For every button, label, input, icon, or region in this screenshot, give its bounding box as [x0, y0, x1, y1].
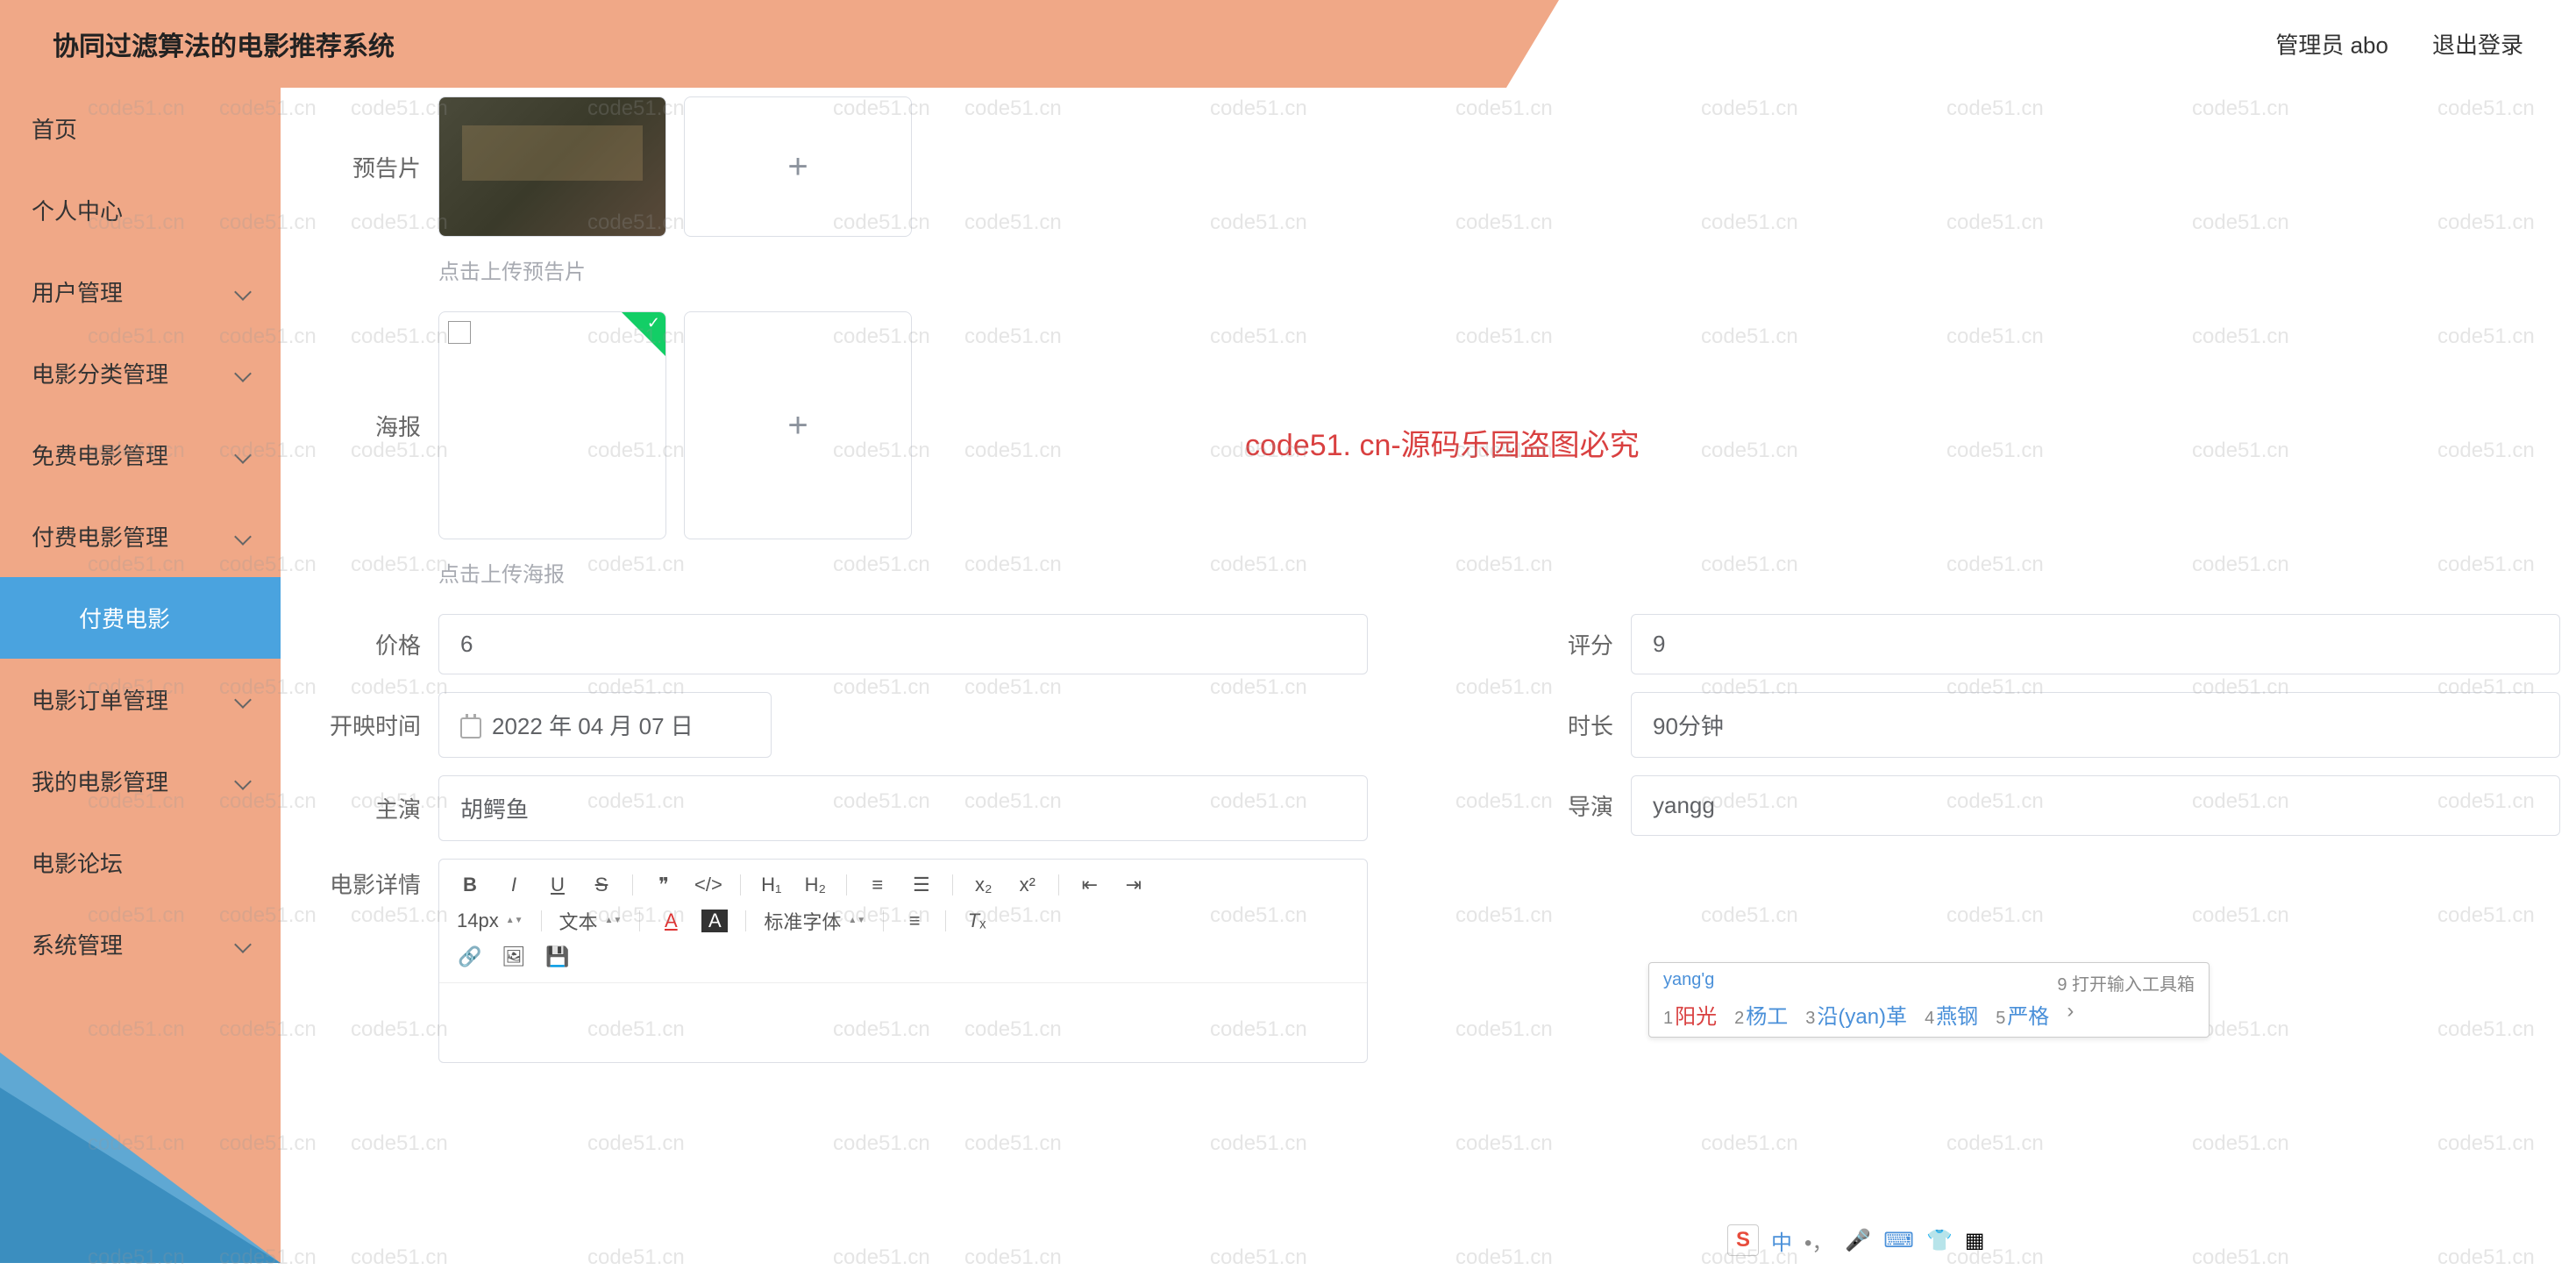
- release-date-input[interactable]: 2022 年 04 月 07 日: [438, 692, 772, 758]
- editor-toolbar: B I U S ❞ </> H₁ H₂ ≡ ☰ x₂: [439, 860, 1367, 983]
- outdent-icon[interactable]: ⇥: [1121, 874, 1147, 896]
- ime-status-bar: S 中 •， 🎤 ⌨ 👕 ▦: [1727, 1224, 1985, 1256]
- chevron-down-icon: [234, 691, 252, 709]
- logout-button[interactable]: 退出登录: [2432, 28, 2523, 61]
- chevron-down-icon: [234, 446, 252, 464]
- duration-input[interactable]: 90分钟: [1631, 692, 2560, 758]
- ime-voice-icon[interactable]: 🎤: [1845, 1228, 1871, 1253]
- release-label: 开映时间: [316, 709, 421, 741]
- ime-candidate-1[interactable]: 1阳光: [1663, 999, 1717, 1030]
- poster-thumbnail[interactable]: [438, 311, 666, 539]
- main-content: 预告片 + 点击上传预告片 海报 + 点击上传海报 code51. cn-源码乐…: [281, 88, 2576, 1263]
- ime-punct-icon[interactable]: •，: [1804, 1225, 1832, 1256]
- trailer-add-button[interactable]: +: [684, 96, 912, 237]
- sidebar-item-categories[interactable]: 电影分类管理: [0, 332, 281, 414]
- trailer-thumbnail[interactable]: [438, 96, 666, 237]
- ime-candidate-4[interactable]: 4燕钢: [1925, 999, 1978, 1030]
- ime-toolbox-hint: 9 打开输入工具箱: [2057, 970, 2195, 995]
- chevron-down-icon: [234, 365, 252, 382]
- header-bar: 协同过滤算法的电影推荐系统 管理员 abo 退出登录: [0, 0, 2576, 88]
- app-title: 协同过滤算法的电影推荐系统: [53, 25, 395, 63]
- font-color-icon[interactable]: A: [658, 910, 684, 932]
- sidebar-item-forum[interactable]: 电影论坛: [0, 822, 281, 903]
- trailer-hint: 点击上传预告片: [438, 254, 2541, 285]
- ime-skin-icon[interactable]: 👕: [1926, 1228, 1953, 1253]
- sidebar-item-system[interactable]: 系统管理: [0, 903, 281, 985]
- chevron-down-icon: [234, 773, 252, 790]
- ime-candidate-3[interactable]: 3沿(yan)革: [1805, 999, 1907, 1030]
- chevron-down-icon: [234, 936, 252, 953]
- sidebar-item-home[interactable]: 首页: [0, 88, 281, 169]
- trailer-image: [439, 97, 665, 236]
- calendar-icon: [460, 717, 481, 738]
- save-icon[interactable]: 💾: [544, 945, 571, 968]
- plus-icon: +: [787, 147, 808, 187]
- sidebar-item-profile[interactable]: 个人中心: [0, 169, 281, 251]
- trailer-label: 预告片: [316, 151, 421, 183]
- sidebar-item-my-movies[interactable]: 我的电影管理: [0, 740, 281, 822]
- subscript-icon[interactable]: x₂: [971, 874, 997, 896]
- bold-icon[interactable]: B: [457, 874, 483, 896]
- sidebar-item-paid-movies[interactable]: 付费电影管理: [0, 496, 281, 577]
- font-family-select[interactable]: 标准字体▲▼: [764, 907, 865, 935]
- ime-lang-indicator[interactable]: 中: [1771, 1225, 1792, 1256]
- bg-color-icon[interactable]: A: [701, 910, 728, 932]
- align-icon[interactable]: ≡: [901, 910, 928, 932]
- ime-candidate-window: yang'g 9 打开输入工具箱 1阳光 2杨工 3沿(yan)革 4燕钢 5严…: [1648, 962, 2210, 1038]
- actor-input[interactable]: 胡鳄鱼: [438, 775, 1368, 841]
- ime-more-icon[interactable]: ›: [2067, 999, 2074, 1030]
- actor-label: 主演: [316, 792, 421, 824]
- h1-icon[interactable]: H₁: [758, 874, 785, 896]
- unordered-list-icon[interactable]: ☰: [908, 874, 935, 896]
- price-label: 价格: [316, 628, 421, 660]
- h2-icon[interactable]: H₂: [802, 874, 829, 896]
- sidebar-item-orders[interactable]: 电影订单管理: [0, 659, 281, 740]
- sidebar-item-users[interactable]: 用户管理: [0, 251, 281, 332]
- rating-input[interactable]: 9: [1631, 614, 2560, 674]
- sidebar-item-free-movies[interactable]: 免费电影管理: [0, 414, 281, 496]
- sogou-logo-icon[interactable]: S: [1727, 1224, 1759, 1256]
- link-icon[interactable]: 🔗: [457, 945, 483, 968]
- ime-composition: yang'g: [1663, 970, 1714, 995]
- ordered-list-icon[interactable]: ≡: [865, 874, 891, 896]
- indent-icon[interactable]: ⇤: [1077, 874, 1103, 896]
- sidebar-item-paid-movies-sub[interactable]: 付费电影: [0, 577, 281, 659]
- quote-icon[interactable]: ❞: [651, 874, 677, 896]
- chevron-down-icon: [234, 283, 252, 301]
- code-icon[interactable]: </>: [694, 874, 722, 896]
- broken-image-icon: [439, 312, 665, 539]
- ime-keyboard-icon[interactable]: ⌨: [1883, 1228, 1914, 1253]
- sidebar: 首页 个人中心 用户管理 电影分类管理 免费电影管理 付费电影管理 付费电影 电…: [0, 88, 281, 1263]
- underline-icon[interactable]: U: [544, 874, 571, 896]
- strike-icon[interactable]: S: [588, 874, 615, 896]
- font-size-select[interactable]: 14px▲▼: [457, 910, 523, 932]
- superscript-icon[interactable]: x²: [1014, 874, 1041, 896]
- rich-text-editor: B I U S ❞ </> H₁ H₂ ≡ ☰ x₂: [438, 859, 1368, 1063]
- poster-label: 海报: [316, 410, 421, 442]
- image-icon[interactable]: 🖼: [501, 945, 527, 968]
- ime-candidate-5[interactable]: 5严格: [1996, 999, 2049, 1030]
- plus-icon: +: [787, 406, 808, 446]
- poster-hint: 点击上传海报: [438, 557, 2541, 588]
- chevron-down-icon: [234, 528, 252, 546]
- italic-icon[interactable]: I: [501, 874, 527, 896]
- duration-label: 时长: [1508, 709, 1613, 741]
- director-input[interactable]: yangg: [1631, 775, 2560, 836]
- rating-label: 评分: [1508, 628, 1613, 660]
- editor-content[interactable]: [439, 983, 1367, 1062]
- director-label: 导演: [1508, 789, 1613, 822]
- poster-add-button[interactable]: +: [684, 311, 912, 539]
- ime-menu-icon[interactable]: ▦: [1965, 1228, 1985, 1253]
- admin-label[interactable]: 管理员 abo: [2275, 28, 2388, 61]
- detail-label: 电影详情: [316, 867, 421, 900]
- price-input[interactable]: 6: [438, 614, 1368, 674]
- text-style-select[interactable]: 文本▲▼: [559, 907, 623, 935]
- ime-candidate-2[interactable]: 2杨工: [1734, 999, 1788, 1030]
- clear-format-icon[interactable]: Tₓ: [964, 910, 990, 932]
